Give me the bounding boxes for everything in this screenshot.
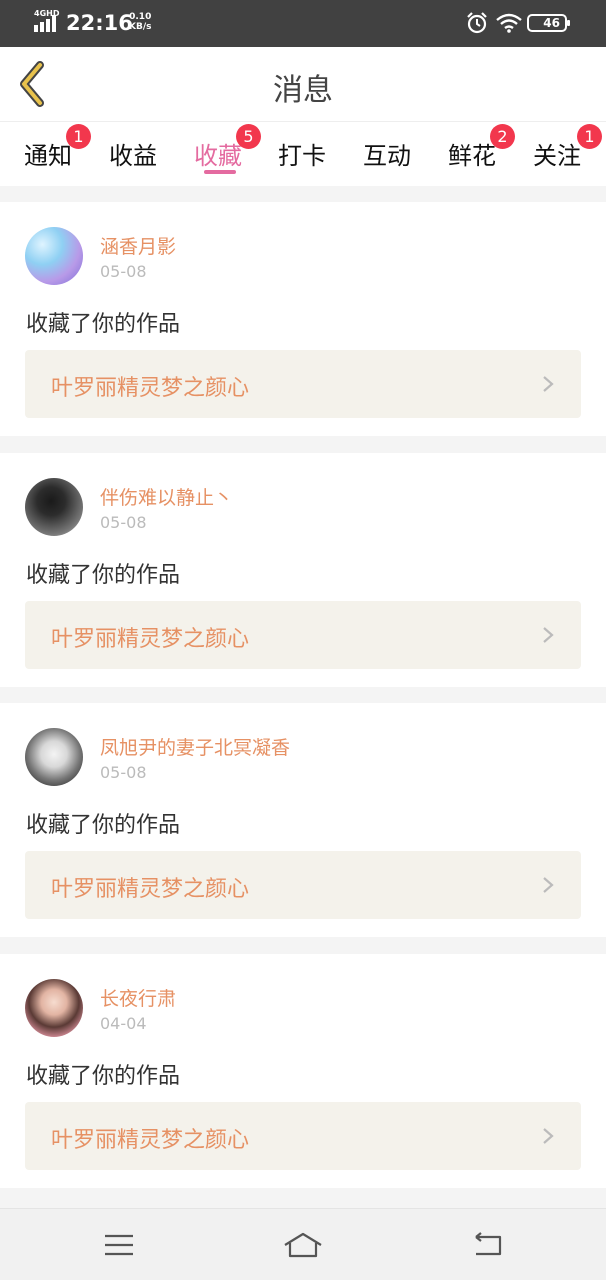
avatar[interactable] bbox=[25, 227, 83, 285]
battery-icon: 46 bbox=[527, 14, 570, 32]
home-icon[interactable] bbox=[281, 1229, 325, 1261]
tab-flowers[interactable]: 鲜花 2 bbox=[430, 124, 515, 180]
avatar[interactable] bbox=[25, 979, 83, 1037]
message-text: 收藏了你的作品 bbox=[26, 312, 181, 337]
avatar[interactable] bbox=[25, 478, 83, 536]
unread-badge: 2 bbox=[490, 124, 515, 149]
message-card: 长夜行肃 04-04 收藏了你的作品 叶罗丽精灵梦之颜心 bbox=[0, 954, 606, 1188]
message-card: 凤旭尹的妻子北冥凝香 05-08 收藏了你的作品 叶罗丽精灵梦之颜心 bbox=[0, 703, 606, 937]
active-tab-indicator bbox=[204, 170, 236, 174]
work-link[interactable]: 叶罗丽精灵梦之颜心 bbox=[25, 601, 581, 669]
message-card: 涵香月影 05-08 收藏了你的作品 叶罗丽精灵梦之颜心 bbox=[0, 202, 606, 436]
message-text: 收藏了你的作品 bbox=[26, 563, 181, 588]
tab-follows[interactable]: 关注 1 bbox=[515, 124, 602, 180]
chevron-right-icon bbox=[543, 877, 554, 893]
work-link[interactable]: 叶罗丽精灵梦之颜心 bbox=[25, 851, 581, 919]
chevron-right-icon bbox=[543, 1128, 554, 1144]
work-title: 叶罗丽精灵梦之颜心 bbox=[51, 627, 250, 652]
speed-unit: KB/s bbox=[129, 22, 152, 32]
back-icon[interactable] bbox=[466, 1229, 510, 1261]
message-date: 04-04 bbox=[100, 1014, 147, 1033]
username[interactable]: 长夜行肃 bbox=[100, 984, 176, 1011]
tab-bar: 通知 1 收益 收藏 5 打卡 互动 鲜花 2 关注 1 bbox=[0, 121, 606, 186]
status-bar: 4GHD 22:16 0.10 KB/s 46 bbox=[0, 0, 606, 47]
message-card: 伴伤难以静止丶 05-08 收藏了你的作品 叶罗丽精灵梦之颜心 bbox=[0, 453, 606, 687]
tab-checkin[interactable]: 打卡 bbox=[260, 130, 344, 180]
network-speed: 0.10 KB/s bbox=[129, 12, 151, 32]
message-text: 收藏了你的作品 bbox=[26, 813, 181, 838]
signal-icon bbox=[34, 15, 56, 32]
alarm-icon bbox=[467, 12, 487, 34]
unread-badge: 1 bbox=[66, 124, 91, 149]
username[interactable]: 凤旭尹的妻子北冥凝香 bbox=[100, 733, 290, 760]
system-nav-bar bbox=[0, 1208, 606, 1280]
wifi-icon bbox=[496, 13, 522, 33]
tab-interactions[interactable]: 互动 bbox=[345, 130, 429, 180]
unread-badge: 5 bbox=[236, 124, 261, 149]
tab-earnings[interactable]: 收益 bbox=[91, 130, 175, 180]
message-text: 收藏了你的作品 bbox=[26, 1064, 181, 1089]
unread-badge: 1 bbox=[577, 124, 602, 149]
status-time: 22:16 bbox=[66, 11, 133, 35]
chevron-right-icon bbox=[543, 627, 554, 643]
username[interactable]: 伴伤难以静止丶 bbox=[100, 483, 233, 510]
speed-value: 0.10 bbox=[129, 12, 152, 22]
message-date: 05-08 bbox=[100, 513, 147, 532]
message-date: 05-08 bbox=[100, 763, 147, 782]
page-title: 消息 bbox=[273, 73, 333, 108]
tab-label: 互动 bbox=[363, 142, 411, 170]
avatar[interactable] bbox=[25, 728, 83, 786]
header: 消息 bbox=[0, 47, 606, 121]
username[interactable]: 涵香月影 bbox=[100, 232, 176, 259]
menu-icon[interactable] bbox=[97, 1229, 141, 1261]
work-link[interactable]: 叶罗丽精灵梦之颜心 bbox=[25, 1102, 581, 1170]
work-link[interactable]: 叶罗丽精灵梦之颜心 bbox=[25, 350, 581, 418]
tab-notifications[interactable]: 通知 1 bbox=[6, 124, 91, 180]
tab-favorites[interactable]: 收藏 5 bbox=[176, 124, 261, 180]
tab-label: 打卡 bbox=[278, 142, 326, 170]
work-title: 叶罗丽精灵梦之颜心 bbox=[51, 877, 250, 902]
tab-label: 收益 bbox=[109, 142, 157, 170]
message-date: 05-08 bbox=[100, 262, 147, 281]
chevron-right-icon bbox=[543, 376, 554, 392]
work-title: 叶罗丽精灵梦之颜心 bbox=[51, 376, 250, 401]
work-title: 叶罗丽精灵梦之颜心 bbox=[51, 1128, 250, 1153]
